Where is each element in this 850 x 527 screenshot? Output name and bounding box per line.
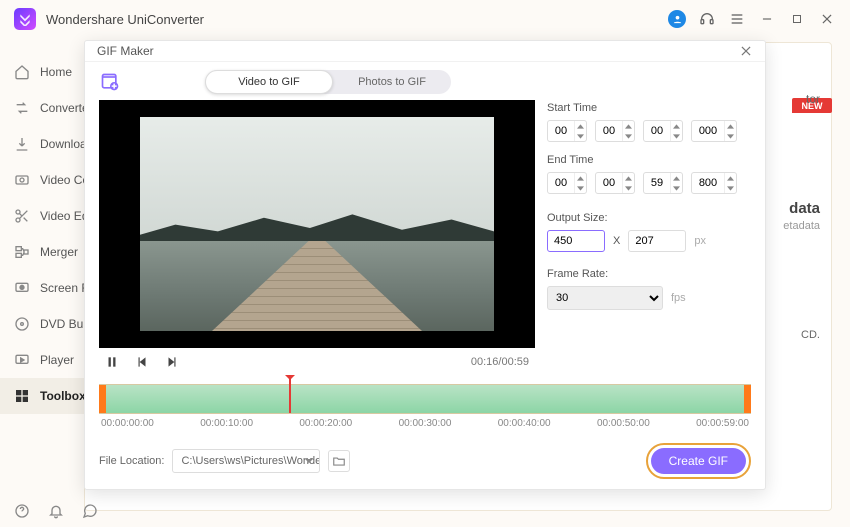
create-gif-highlight: Create GIF — [646, 443, 751, 479]
end-hh[interactable] — [547, 172, 587, 194]
mode-tabs: Video to GIF Photos to GIF — [205, 70, 451, 94]
sidebar-item-converter[interactable]: Converter — [0, 90, 84, 126]
maximize-icon[interactable] — [788, 10, 806, 28]
timeline-track[interactable] — [99, 384, 751, 414]
compressor-icon — [14, 172, 30, 188]
merger-icon — [14, 244, 30, 260]
timeline-left-handle[interactable] — [99, 385, 106, 413]
sidebar-item-merger[interactable]: Merger — [0, 234, 84, 270]
end-time-label: End Time — [547, 154, 751, 166]
sidebar-item-label: Toolbox — [40, 389, 84, 403]
bg-text-3: etadata — [783, 220, 820, 232]
open-folder-button[interactable] — [328, 450, 350, 472]
gif-maker-dialog: GIF Maker Video to GIF Photos to GIF — [84, 40, 766, 490]
start-ss[interactable] — [643, 120, 683, 142]
account-avatar-icon[interactable] — [668, 10, 686, 28]
start-hh[interactable] — [547, 120, 587, 142]
sidebar-item-label: Downloader — [40, 137, 84, 151]
add-media-button[interactable] — [99, 71, 121, 93]
playback-time: 00:16/00:59 — [471, 356, 529, 368]
sidebar-item-recorder[interactable]: Screen Recorder — [0, 270, 84, 306]
bg-text-4: CD. — [801, 329, 820, 341]
sidebar-item-toolbox[interactable]: Toolbox — [0, 378, 84, 414]
sidebar-item-label: Video Compressor — [40, 173, 84, 187]
playback-controls: 00:16/00:59 — [99, 348, 535, 376]
frame-unit: fps — [671, 292, 686, 304]
file-location-label: File Location: — [99, 455, 164, 467]
help-icon[interactable] — [14, 503, 30, 519]
statusbar-icons — [14, 503, 98, 519]
bell-icon[interactable] — [48, 503, 64, 519]
sidebar-item-dvd[interactable]: DVD Burner — [0, 306, 84, 342]
timeline-playhead[interactable] — [289, 379, 291, 413]
start-mm[interactable] — [595, 120, 635, 142]
frame-rate-select[interactable]: 30 — [547, 286, 663, 310]
arrow-up-icon[interactable] — [575, 121, 586, 131]
close-window-icon[interactable] — [818, 10, 836, 28]
settings-panel: Start Time End Time — [547, 70, 751, 310]
app-title: Wondershare UniConverter — [46, 12, 204, 27]
content-area: NEW tor data etadata CD. GIF Maker Vi — [84, 38, 850, 527]
video-frame — [140, 117, 494, 331]
app-logo — [14, 8, 36, 30]
next-frame-button[interactable] — [165, 355, 179, 369]
output-x: X — [613, 235, 620, 247]
file-location-select[interactable]: C:\Users\ws\Pictures\Wonders — [172, 449, 320, 473]
end-ss[interactable] — [643, 172, 683, 194]
start-ms[interactable] — [691, 120, 737, 142]
create-gif-button[interactable]: Create GIF — [651, 448, 746, 474]
player-icon — [14, 352, 30, 368]
output-unit: px — [694, 235, 706, 247]
minimize-icon[interactable] — [758, 10, 776, 28]
end-time-row — [547, 172, 751, 194]
sidebar-item-home[interactable]: Home — [0, 54, 84, 90]
video-preview[interactable] — [99, 100, 535, 348]
timeline-ticks: 00:00:00:00 00:00:10:00 00:00:20:00 00:0… — [99, 418, 751, 429]
dvd-icon — [14, 316, 30, 332]
titlebar: Wondershare UniConverter — [0, 0, 850, 38]
recorder-icon — [14, 280, 30, 296]
sidebar-item-compressor[interactable]: Video Compressor — [0, 162, 84, 198]
sidebar-item-label: Video Editor — [40, 209, 84, 223]
support-headset-icon[interactable] — [698, 10, 716, 28]
tab-video-to-gif[interactable]: Video to GIF — [205, 70, 333, 94]
download-icon — [14, 136, 30, 152]
bg-text-2: data — [789, 200, 820, 217]
start-time-row — [547, 120, 751, 142]
start-time-label: Start Time — [547, 102, 751, 114]
dialog-title: GIF Maker — [97, 44, 154, 58]
converter-icon — [14, 100, 30, 116]
hamburger-menu-icon[interactable] — [728, 10, 746, 28]
home-icon — [14, 64, 30, 80]
sidebar-item-downloader[interactable]: Downloader — [0, 126, 84, 162]
output-size-label: Output Size: — [547, 212, 751, 224]
scissors-icon — [14, 208, 30, 224]
end-ms[interactable] — [691, 172, 737, 194]
arrow-down-icon[interactable] — [575, 131, 586, 141]
output-height-input[interactable] — [628, 230, 686, 252]
sidebar-item-label: Player — [40, 353, 74, 367]
dialog-close-icon[interactable] — [739, 44, 753, 58]
sidebar-item-editor[interactable]: Video Editor — [0, 198, 84, 234]
sidebar-item-label: Converter — [40, 101, 84, 115]
sidebar-item-label: Home — [40, 65, 72, 79]
sidebar-item-player[interactable]: Player — [0, 342, 84, 378]
pause-button[interactable] — [105, 355, 119, 369]
frame-rate-label: Frame Rate: — [547, 268, 751, 280]
output-width-input[interactable] — [547, 230, 605, 252]
bg-text-1: tor — [806, 92, 820, 106]
tab-photos-to-gif[interactable]: Photos to GIF — [333, 70, 451, 94]
feedback-icon[interactable] — [82, 503, 98, 519]
sidebar-item-label: Screen Recorder — [40, 281, 84, 295]
toolbox-icon — [14, 388, 30, 404]
end-mm[interactable] — [595, 172, 635, 194]
prev-frame-button[interactable] — [135, 355, 149, 369]
sidebar-item-label: DVD Burner — [40, 317, 84, 331]
timeline-right-handle[interactable] — [744, 385, 751, 413]
sidebar-item-label: Merger — [40, 245, 78, 259]
sidebar: Home Converter Downloader Video Compress… — [0, 38, 84, 527]
